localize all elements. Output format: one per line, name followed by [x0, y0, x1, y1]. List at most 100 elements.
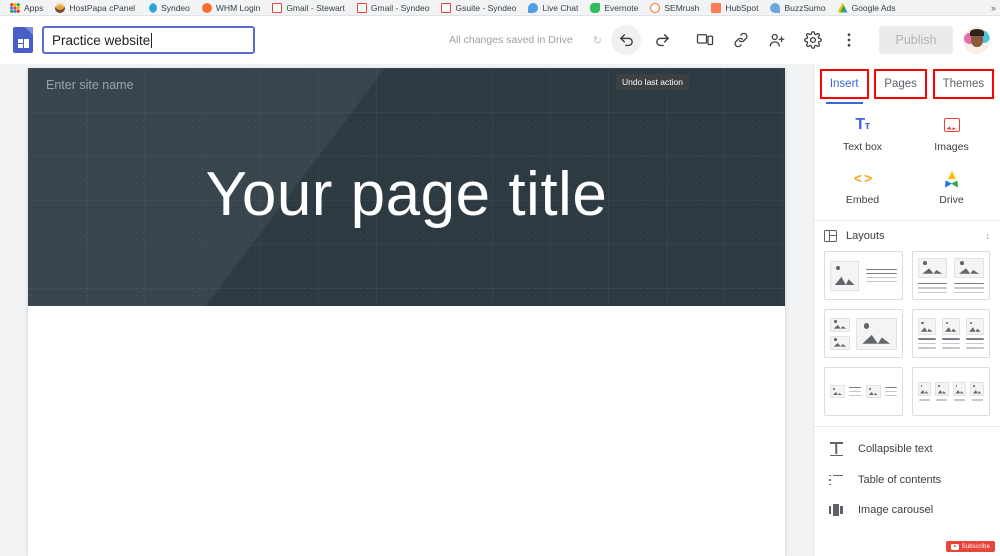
bookmark-item[interactable]: WHM Login: [196, 2, 266, 13]
page-content-area[interactable]: [28, 306, 785, 556]
bookmark-label: Gmail - Stewart: [286, 2, 345, 13]
bookmark-label: HubSpot: [725, 2, 759, 13]
thumb-image: [917, 257, 948, 278]
youtube-subscribe-badge[interactable]: Subscribe: [945, 541, 995, 552]
tab-pages[interactable]: Pages: [874, 69, 927, 99]
bookmarks-overflow-button[interactable]: »: [991, 3, 996, 13]
insert-item-label: Text box: [842, 141, 883, 153]
insert-item-label: Embed: [845, 194, 880, 206]
layout-option-2[interactable]: [911, 251, 990, 300]
bookmark-item[interactable]: Live Chat: [522, 2, 584, 13]
settings-button[interactable]: [798, 25, 828, 55]
collapsible-text-icon: [829, 442, 843, 456]
site-name-placeholder[interactable]: Enter site name: [46, 78, 134, 92]
thumb-image: [952, 382, 967, 397]
syndeo-icon: [147, 2, 158, 13]
bookmark-label: WHM Login: [215, 2, 261, 13]
page-title[interactable]: Your page title: [28, 164, 785, 226]
insert-image-carousel[interactable]: Image carousel: [814, 495, 1000, 525]
redo-button[interactable]: [647, 25, 677, 55]
tab-insert[interactable]: Insert: [819, 69, 869, 104]
layout-option-3[interactable]: [824, 309, 903, 358]
thumb-image: [830, 385, 845, 398]
undo-tooltip: Undo last action: [616, 74, 689, 90]
thumb-image: [970, 382, 984, 397]
whm-icon: [201, 2, 212, 13]
bookmark-label: Syndeo: [161, 2, 190, 13]
images-icon: [943, 118, 960, 132]
link-icon: [734, 32, 748, 48]
preview-device-icon: [696, 34, 714, 46]
bookmark-label: Apps: [24, 2, 44, 13]
layout-option-6[interactable]: [911, 367, 990, 416]
buzzsumo-icon: [770, 2, 781, 13]
bookmark-item[interactable]: Apps: [4, 2, 49, 13]
bookmark-item[interactable]: Gmail - Syndeo: [351, 2, 436, 13]
site-name-value: Practice website: [52, 32, 151, 48]
layout-option-4[interactable]: [911, 309, 990, 358]
insert-images[interactable]: Images: [907, 116, 996, 153]
publish-button[interactable]: Publish: [879, 26, 953, 54]
text-box-icon: Tт: [855, 116, 870, 133]
site-name-input[interactable]: Practice website: [42, 26, 255, 54]
bookmark-item[interactable]: Gsuite - Syndeo: [435, 2, 522, 13]
bookmark-item[interactable]: BuzzSumo: [764, 2, 831, 13]
insert-collapsible-text[interactable]: Collapsible text: [814, 433, 1000, 465]
copy-link-button[interactable]: [726, 25, 756, 55]
layouts-section-header[interactable]: Layouts ↕: [814, 221, 1000, 249]
preview-button[interactable]: [690, 25, 720, 55]
bookmark-item[interactable]: HostPapa cPanel: [49, 2, 141, 13]
list-item-label: Table of contents: [858, 474, 942, 486]
hostpapa-icon: [55, 2, 66, 13]
gmail-icon: [441, 2, 452, 13]
app-toolbar: Practice website All changes saved in Dr…: [0, 16, 1000, 90]
redo-icon: [655, 33, 669, 46]
more-vertical-icon: [847, 33, 851, 47]
insert-item-label: Drive: [939, 194, 964, 206]
thumb-image: [830, 260, 860, 291]
avatar[interactable]: [963, 26, 990, 54]
share-button[interactable]: [762, 25, 792, 55]
table-of-contents-icon: [829, 474, 843, 486]
insert-item-label: Images: [934, 141, 969, 153]
tab-themes[interactable]: Themes: [932, 69, 995, 99]
insert-table-of-contents[interactable]: Table of contents: [814, 465, 1000, 495]
insert-drive[interactable]: Drive: [907, 169, 996, 206]
site-page: Enter site name Your page title: [28, 68, 785, 556]
thumb-image: [954, 257, 984, 278]
bookmark-item[interactable]: Gmail - Stewart: [266, 2, 351, 13]
insert-embed[interactable]: < > Embed: [818, 169, 907, 206]
layout-option-5[interactable]: [824, 367, 903, 416]
page-banner[interactable]: Enter site name Your page title: [28, 68, 785, 306]
more-options-button[interactable]: [834, 25, 864, 55]
browser-bookmark-bar: Apps HostPapa cPanel Syndeo WHM Login Gm…: [0, 0, 1000, 16]
panel-tabs: Insert Pages Themes: [814, 64, 1000, 104]
insert-items-grid: Tт Text box Images < > Embed Drive: [814, 104, 1000, 216]
layout-option-1[interactable]: [824, 251, 903, 300]
hubspot-icon: [711, 2, 722, 13]
bookmark-item[interactable]: Google Ads: [832, 2, 902, 13]
google-drive-icon: [942, 170, 961, 188]
google-sites-icon[interactable]: [10, 25, 36, 55]
thumb-image: [917, 382, 932, 397]
thumb-image: [917, 318, 936, 336]
thumb-image: [865, 385, 881, 398]
save-status-text: All changes saved in Drive: [449, 34, 573, 46]
thumb-image: [965, 318, 985, 336]
bookmark-item[interactable]: SEMrush: [644, 2, 705, 13]
bookmark-label: HostPapa cPanel: [69, 2, 136, 13]
youtube-badge-label: Subscribe: [961, 543, 990, 550]
bookmark-item[interactable]: HubSpot: [705, 2, 764, 13]
site-canvas: Enter site name Your page title: [0, 64, 813, 556]
collapse-chevrons-icon[interactable]: ↕: [986, 231, 991, 241]
bookmark-item[interactable]: Evernote: [584, 2, 644, 13]
bookmark-label: Gsuite - Syndeo: [455, 2, 517, 13]
right-panel: Insert Pages Themes Tт Text box Images <…: [813, 64, 1000, 556]
undo-button[interactable]: [611, 25, 641, 55]
gmail-icon: [272, 2, 283, 13]
version-history-icon[interactable]: ↻: [593, 34, 602, 47]
undo-icon: [619, 33, 633, 46]
bookmark-item[interactable]: Syndeo: [141, 2, 196, 13]
insert-text-box[interactable]: Tт Text box: [818, 116, 907, 154]
thumb-image: [855, 317, 897, 350]
